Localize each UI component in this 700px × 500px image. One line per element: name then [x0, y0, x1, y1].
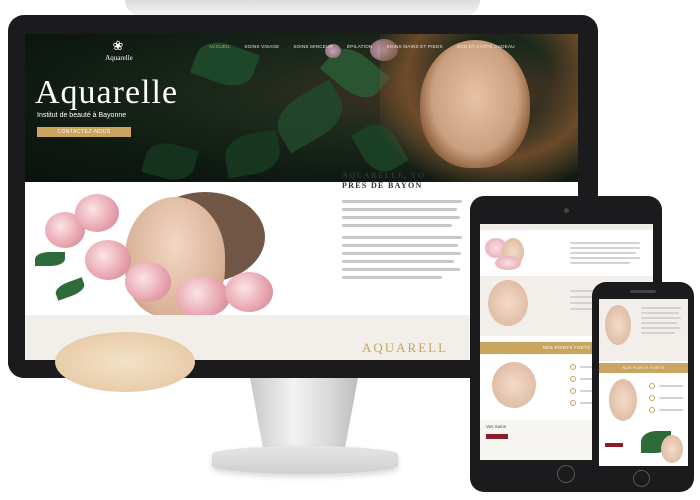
device-mockup-composition: ❀ Aquarelle Accueil Soins visage Soins m… — [0, 0, 700, 500]
text-line — [342, 208, 457, 211]
phone-text-line — [641, 307, 681, 309]
phone-towel-photo — [609, 379, 637, 421]
phone-card-button[interactable] — [605, 443, 623, 447]
intro-heading-line2: PRÈS DE BAYON — [342, 181, 423, 190]
text-line — [342, 276, 442, 279]
logo-text[interactable]: Aquarelle — [95, 54, 143, 62]
text-line — [342, 260, 454, 263]
text-line — [342, 224, 452, 227]
section-3-title: AQUARELL — [362, 340, 449, 355]
tablet-rose — [495, 256, 521, 270]
phone-text-line — [641, 312, 679, 314]
feature-icon — [570, 364, 576, 370]
phone-text-line — [659, 397, 683, 399]
feature-icon — [649, 383, 655, 389]
desktop-monitor-base — [212, 446, 398, 474]
nav-item-accueil[interactable]: Accueil — [209, 44, 230, 49]
tablet-text-line — [570, 262, 630, 264]
contact-button[interactable]: Contactez-nous — [37, 127, 131, 137]
tablet-text-line — [570, 252, 636, 254]
hero-subtitle: Institut de beauté à Bayonne — [37, 112, 127, 119]
hero-title: Aquarelle — [35, 74, 179, 111]
monitor-reflection — [125, 0, 480, 16]
section-3-photo — [55, 332, 195, 392]
feature-icon — [649, 395, 655, 401]
leaf — [35, 252, 65, 266]
leaf — [53, 277, 87, 301]
text-line — [342, 200, 462, 203]
text-line — [342, 252, 461, 255]
phone-screen: NOS POINTS FORTS — [599, 299, 688, 466]
section-portrait-image — [25, 182, 315, 315]
main-navigation: Accueil Soins visage Soins minceur Épila… — [209, 44, 515, 49]
phone-portrait — [605, 305, 631, 345]
rose — [85, 240, 131, 280]
nav-item-soins-visage[interactable]: Soins visage — [244, 44, 279, 49]
phone-text-line — [641, 327, 681, 329]
nav-item-bon-carte-cadeau[interactable]: Bon et carte cadeau — [457, 44, 515, 49]
text-line — [342, 244, 458, 247]
tablet-card-title: Vos Soins — [486, 424, 507, 429]
tablet-portrait-2 — [488, 280, 528, 326]
phone-portrait-2 — [661, 435, 683, 463]
text-line — [342, 216, 460, 219]
hero-leaf — [141, 138, 199, 185]
tablet-towel-photo — [492, 362, 536, 408]
hero-leaf — [268, 79, 352, 154]
text-line — [342, 268, 460, 271]
hero-section: ❀ Aquarelle Accueil Soins visage Soins m… — [25, 34, 578, 185]
phone-home-button[interactable] — [633, 470, 650, 487]
phone-text-line — [641, 322, 677, 324]
rose — [175, 277, 230, 315]
tablet-text-line — [570, 257, 640, 259]
phone-text-line — [641, 317, 681, 319]
nav-item-soins-mains-pieds[interactable]: Soins mains et pieds — [386, 44, 442, 49]
tablet-card-button[interactable] — [486, 434, 508, 439]
feature-icon — [570, 400, 576, 406]
feature-icon — [570, 376, 576, 382]
phone-text-line — [659, 385, 683, 387]
phone-speaker — [630, 290, 656, 293]
tablet-camera — [564, 208, 569, 213]
phone-text-line — [641, 332, 675, 334]
desktop-monitor-stand — [250, 378, 358, 448]
rose — [75, 194, 119, 232]
phone-points-forts-banner: NOS POINTS FORTS — [599, 363, 688, 373]
tablet-topbar — [480, 224, 653, 230]
tablet-text-line — [570, 247, 640, 249]
rose — [125, 262, 171, 302]
feature-icon — [649, 407, 655, 413]
tablet-text-line — [570, 242, 640, 244]
feature-icon — [570, 388, 576, 394]
rose — [225, 272, 273, 312]
hero-leaf — [221, 129, 284, 179]
nav-item-epilation[interactable]: Épilation — [347, 44, 372, 49]
nav-item-soins-minceur[interactable]: Soins minceur — [293, 44, 333, 49]
logo-icon[interactable]: ❀ — [109, 38, 127, 54]
text-line — [342, 236, 462, 239]
phone-text-line — [659, 409, 683, 411]
tablet-home-button[interactable] — [557, 465, 575, 483]
hero-model-photo — [420, 40, 530, 168]
intro-heading: AQUARELLE, VO PRÈS DE BAYON — [342, 171, 425, 191]
intro-heading-line1: AQUARELLE, VO — [342, 171, 426, 180]
